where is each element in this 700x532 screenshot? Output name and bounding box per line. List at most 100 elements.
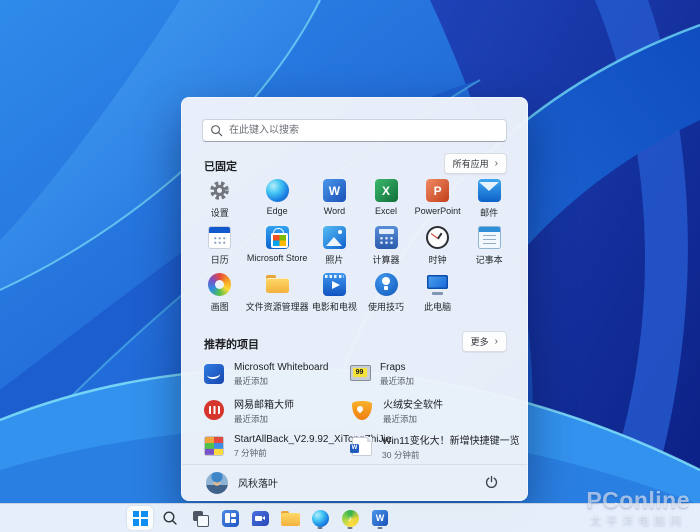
word-taskbar-button[interactable]: W	[367, 506, 393, 530]
chat-icon	[252, 511, 269, 526]
recommended-section-title: 推荐的项目	[204, 336, 259, 352]
pinned-app-label: 画图	[211, 300, 229, 313]
pinned-app-label: 日历	[211, 253, 229, 266]
search-icon	[162, 510, 178, 526]
rec-item-netease-mail[interactable]: 网易邮箱大师 最近添加	[204, 392, 350, 428]
power-button[interactable]	[479, 471, 503, 495]
movies-tv-icon	[323, 273, 346, 296]
chevron-right-icon: ›	[495, 159, 498, 169]
pinned-app-clock[interactable]: 时钟	[412, 223, 464, 270]
edge-button[interactable]	[307, 506, 333, 530]
all-apps-label: 所有应用	[453, 157, 489, 170]
folder-icon	[281, 510, 300, 527]
chat-button[interactable]	[247, 506, 273, 530]
user-avatar[interactable]	[206, 472, 228, 494]
netease-mail-icon	[204, 400, 224, 420]
start-button[interactable]	[127, 506, 153, 530]
search-input[interactable]	[202, 119, 507, 142]
file-explorer-button[interactable]	[277, 506, 303, 530]
start-menu-panel: 已固定 所有应用 › 设置 Edge W Word X Excel	[181, 97, 528, 501]
folder-icon	[266, 273, 289, 296]
rec-item-subtitle: 30 分钟前	[382, 449, 520, 461]
pinned-app-paint[interactable]: 画图	[194, 270, 246, 317]
task-view-button[interactable]	[187, 506, 213, 530]
tips-icon	[375, 273, 398, 296]
pinned-app-word[interactable]: W Word	[309, 176, 361, 223]
rec-item-fraps[interactable]: Fraps 最近添加	[350, 356, 520, 392]
pinned-app-powerpoint[interactable]: P PowerPoint	[412, 176, 464, 223]
word-icon: W	[323, 179, 346, 202]
pinned-app-label: 照片	[325, 253, 343, 266]
word-doc-icon: W	[352, 437, 372, 456]
rec-item-subtitle: 最近添加	[383, 413, 443, 425]
powerpoint-letter: P	[426, 179, 449, 202]
pinned-app-label: 邮件	[480, 206, 498, 219]
pinned-apps-grid: 设置 Edge W Word X Excel P PowerPoint 邮件	[194, 176, 515, 317]
task-view-icon	[192, 510, 209, 527]
rec-item-startallback[interactable]: StartAllBack_V2.9.92_XiTongZhiJia 7 分钟前	[204, 428, 350, 464]
pinned-app-edge[interactable]: Edge	[246, 176, 309, 223]
fraps-icon	[350, 364, 370, 384]
pinned-app-label: 使用技巧	[368, 300, 404, 313]
pinned-app-store[interactable]: Microsoft Store	[246, 223, 309, 270]
pinned-section-title: 已固定	[204, 158, 237, 174]
more-button[interactable]: 更多 ›	[462, 331, 507, 352]
pinned-app-file-explorer[interactable]: 文件资源管理器	[246, 270, 309, 317]
word-letter: W	[323, 179, 346, 202]
taskbar-search-button[interactable]	[157, 506, 183, 530]
rec-item-win11-doc[interactable]: W Win11变化大！新增快捷键一览 30 分钟前	[350, 428, 520, 464]
music-note-icon: ♪	[342, 510, 359, 527]
pinned-app-label: 记事本	[476, 253, 503, 266]
pinned-app-settings[interactable]: 设置	[194, 176, 246, 223]
chevron-right-icon: ›	[495, 337, 498, 347]
search-field-wrap	[202, 119, 507, 142]
rec-item-title: StartAllBack_V2.9.92_XiTongZhiJia	[234, 434, 350, 445]
clock-icon	[426, 226, 449, 249]
whiteboard-icon	[204, 364, 224, 384]
calculator-icon	[375, 226, 398, 249]
excel-letter: X	[375, 179, 398, 202]
user-bar: 风秋落叶	[182, 464, 527, 500]
pinned-app-notepad[interactable]: 记事本	[463, 223, 515, 270]
pinned-app-calculator[interactable]: 计算器	[360, 223, 412, 270]
pinned-app-label: Edge	[267, 206, 288, 216]
rec-item-title: Microsoft Whiteboard	[234, 362, 328, 373]
user-name[interactable]: 风秋落叶	[238, 475, 278, 490]
widgets-button[interactable]	[217, 506, 243, 530]
word-doc-badge: W	[350, 444, 359, 453]
archive-icon	[204, 436, 224, 456]
rec-item-title: 网易邮箱大师	[234, 396, 294, 411]
pinned-app-mail[interactable]: 邮件	[463, 176, 515, 223]
widgets-icon	[222, 510, 239, 527]
rec-item-whiteboard[interactable]: Microsoft Whiteboard 最近添加	[204, 356, 350, 392]
pinned-app-movies-tv[interactable]: 电影和电视	[309, 270, 361, 317]
all-apps-button[interactable]: 所有应用 ›	[444, 153, 507, 174]
pinned-app-calendar[interactable]: 日历	[194, 223, 246, 270]
pinned-app-tips[interactable]: 使用技巧	[360, 270, 412, 317]
pinned-app-label: 此电脑	[424, 300, 451, 313]
desktop: 已固定 所有应用 › 设置 Edge W Word X Excel	[0, 0, 700, 532]
pinned-app-this-pc[interactable]: 此电脑	[412, 270, 464, 317]
huorong-shield-icon	[352, 401, 372, 420]
excel-icon: X	[375, 179, 398, 202]
search-icon	[210, 124, 223, 137]
notepad-icon	[478, 226, 501, 249]
pinned-app-label: Microsoft Store	[247, 253, 308, 263]
pinned-app-excel[interactable]: X Excel	[360, 176, 412, 223]
edge-icon	[312, 510, 329, 527]
rec-item-huorong[interactable]: 火绒安全软件 最近添加	[350, 392, 520, 428]
pinned-app-label: 设置	[211, 206, 229, 219]
pinned-app-label: 时钟	[429, 253, 447, 266]
music-app-button[interactable]: ♪	[337, 506, 363, 530]
settings-gear-icon	[208, 179, 231, 202]
pinned-app-label: 计算器	[372, 253, 399, 266]
pinned-app-photos[interactable]: 照片	[309, 223, 361, 270]
taskbar: ♪ W	[0, 503, 700, 532]
pinned-app-label: Excel	[375, 206, 397, 216]
paint-icon	[208, 273, 231, 296]
rec-item-subtitle: 最近添加	[234, 413, 294, 425]
pinned-app-label: PowerPoint	[415, 206, 461, 216]
store-icon	[266, 226, 289, 249]
rec-item-subtitle: 最近添加	[234, 375, 328, 387]
rec-item-title: Fraps	[380, 362, 414, 373]
